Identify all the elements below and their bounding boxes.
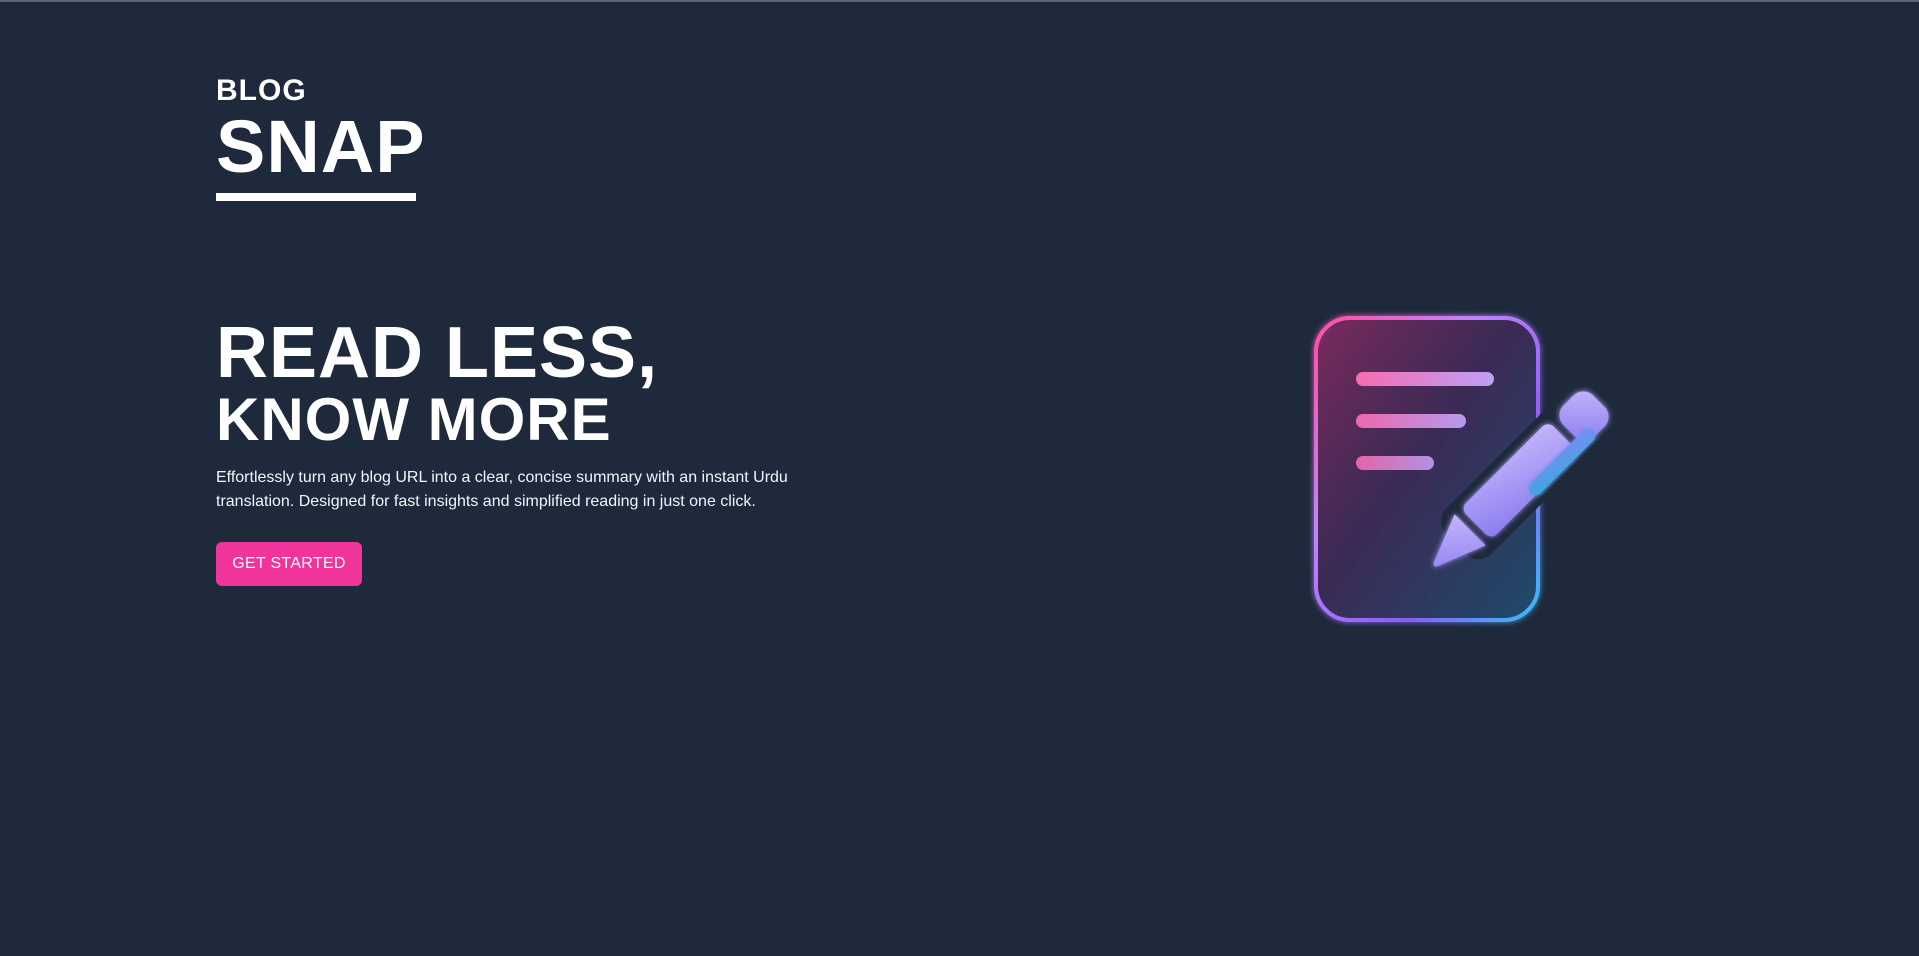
logo-big-text: SNAP <box>216 105 426 188</box>
document-pencil-icon <box>1300 310 1640 630</box>
brand-logo[interactable]: BLOG SNAP <box>216 74 456 204</box>
top-border <box>0 0 1919 2</box>
get-started-button[interactable]: GET STARTED <box>216 542 362 586</box>
hero-headline-line2: KNOW MORE <box>216 386 612 453</box>
hero-section: READ LESS, KNOW MORE Effortlessly turn a… <box>216 313 916 514</box>
logo-small-text: BLOG <box>216 74 307 107</box>
logo-underline <box>216 193 416 201</box>
hero-description: Effortlessly turn any blog URL into a cl… <box>216 469 788 510</box>
hero-headline-line1: READ LESS, <box>216 313 659 393</box>
